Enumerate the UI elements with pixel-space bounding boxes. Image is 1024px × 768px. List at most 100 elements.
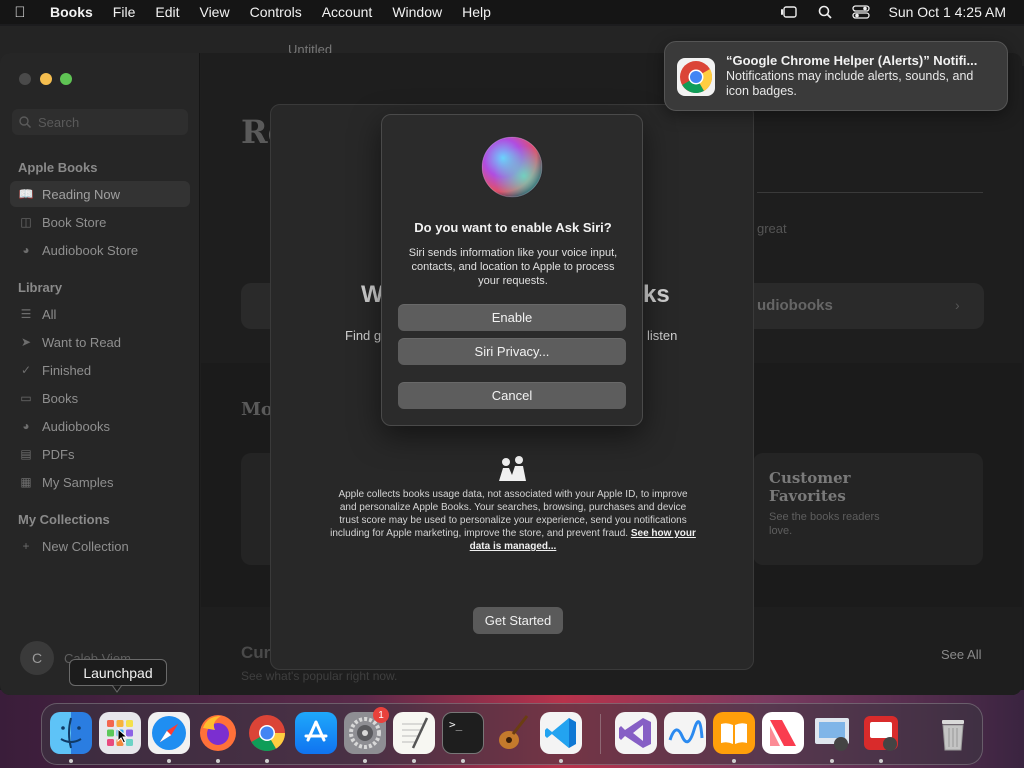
menu-help[interactable]: Help (452, 4, 501, 20)
sidebar-item-label: Books (42, 390, 79, 406)
chrome-icon (677, 58, 715, 96)
dock-tooltip: Launchpad (69, 659, 167, 686)
control-center-icon[interactable] (852, 5, 871, 19)
vscode-icon[interactable] (540, 712, 582, 754)
menu-app-name[interactable]: Books (40, 4, 103, 20)
sidebar-item-new-collection[interactable]: + New Collection (10, 533, 190, 559)
sidebar-item-label: All (42, 306, 57, 322)
menu-window[interactable]: Window (382, 4, 452, 20)
notification-banner[interactable]: “Google Chrome Helper (Alerts)” Notifi..… (664, 41, 1008, 111)
safari-icon[interactable] (148, 712, 190, 754)
menu-bar-clock[interactable]: Sun Oct 1 4:25 AM (888, 4, 1006, 20)
chrome-icon[interactable] (246, 712, 288, 754)
section-library: Library (18, 280, 63, 295)
popular-subtitle: See what's popular right now. (241, 669, 398, 683)
sidebar-item-audiobook-store[interactable]: ◕ Audiobook Store (10, 237, 190, 263)
sidebar-item-label: PDFs (42, 446, 75, 462)
arrow-circle-icon: ➤ (20, 335, 32, 349)
spotlight-search-icon[interactable] (816, 5, 834, 19)
sidebar-item-reading-now[interactable]: 📖 Reading Now (10, 181, 190, 207)
running-indicator (69, 759, 73, 763)
bag-icon: ◫ (20, 215, 32, 229)
enable-button[interactable]: Enable (398, 304, 626, 331)
menu-file[interactable]: File (103, 4, 146, 20)
books-app-icon[interactable] (713, 712, 755, 754)
settings-badge: 1 (373, 707, 389, 723)
notification-title: “Google Chrome Helper (Alerts)” Notifi..… (726, 53, 978, 68)
running-indicator (363, 759, 367, 763)
window-close-button[interactable] (19, 73, 31, 85)
siri-dialog: Do you want to enable Ask Siri? Siri sen… (381, 114, 643, 426)
menu-account[interactable]: Account (312, 4, 383, 20)
sidebar-item-audiobooks[interactable]: ◕ Audiobooks (10, 413, 190, 439)
check-circle-icon: ✓ (20, 363, 32, 377)
search-placeholder: Search (38, 114, 80, 130)
doc-icon: ▤ (20, 447, 32, 461)
welcome-title-right: ks (643, 281, 670, 308)
headphones-icon: ◕ (22, 419, 30, 433)
apple-menu-icon[interactable]:  (0, 4, 40, 21)
freeform-icon[interactable] (664, 712, 706, 754)
sidebar-item-want-to-read[interactable]: ➤ Want to Read (10, 329, 190, 355)
siri-description: Siri sends information like your voice i… (408, 247, 618, 287)
sidebar-item-pdfs[interactable]: ▤ PDFs (10, 441, 190, 467)
dock: 1 >_ (41, 703, 983, 765)
sidebar-item-my-samples[interactable]: ▦ My Samples (10, 469, 190, 495)
visual-studio-icon[interactable] (615, 712, 657, 754)
cancel-button[interactable]: Cancel (398, 382, 626, 409)
sidebar-item-all[interactable]: ☰ All (10, 301, 190, 327)
window-zoom-button[interactable] (60, 73, 72, 85)
menu-edit[interactable]: Edit (145, 4, 189, 20)
garageband-icon[interactable] (491, 712, 533, 754)
customer-favorites-subtitle: See the books readers love. (769, 511, 880, 537)
sidebar-item-label: My Samples (42, 474, 114, 490)
section-title-more: Mo (241, 399, 273, 420)
menu-view[interactable]: View (189, 4, 239, 20)
section-apple-books: Apple Books (18, 160, 98, 175)
running-indicator (879, 759, 883, 763)
privacy-handshake-icon (499, 456, 526, 481)
search-input[interactable]: Search (12, 109, 188, 135)
menu-controls[interactable]: Controls (240, 4, 312, 20)
plus-icon: + (22, 539, 30, 553)
sidebar-item-label: New Collection (42, 538, 129, 554)
book-open-icon: 📖 (18, 187, 34, 201)
see-all-link[interactable]: See All (941, 647, 981, 662)
samples-icon: ▦ (20, 475, 32, 489)
finder-icon[interactable] (50, 712, 92, 754)
trash-icon[interactable] (932, 712, 974, 754)
tooltip-tail (112, 685, 122, 693)
sidebar-item-label: Audiobook Store (42, 242, 139, 258)
running-indicator (216, 759, 220, 763)
menu-bar:  Books File Edit View Controls Account … (0, 0, 1024, 24)
divider (757, 192, 983, 193)
preview-icon[interactable] (811, 712, 853, 754)
mouse-cursor-icon (117, 728, 129, 744)
firefox-icon[interactable] (197, 712, 239, 754)
customer-favorites-title: Customer Favorites (769, 469, 851, 505)
headphones-icon: ◕ (22, 243, 30, 257)
welcome-find-text: Find g (345, 328, 382, 343)
sidebar-item-book-store[interactable]: ◫ Book Store (10, 209, 190, 235)
dock-separator (600, 714, 601, 754)
sidebar-item-books[interactable]: ▭ Books (10, 385, 190, 411)
window-minimize-button[interactable] (40, 73, 52, 85)
get-started-button[interactable]: Get Started (473, 607, 563, 634)
photo-booth-icon[interactable] (860, 712, 902, 754)
sidebar-item-label: Finished (42, 362, 92, 378)
sidebar-item-finished[interactable]: ✓ Finished (10, 357, 190, 383)
book-icon: ▭ (20, 391, 32, 405)
stage-manager-icon[interactable] (780, 5, 798, 19)
sidebar-item-label: Audiobooks (42, 418, 110, 434)
notification-body: Notifications may include alerts, sounds… (726, 69, 974, 98)
sidebar-item-label: Reading Now (42, 186, 121, 202)
great-text: great (757, 221, 787, 236)
app-store-icon[interactable] (295, 712, 337, 754)
terminal-icon[interactable]: >_ (442, 712, 484, 754)
siri-privacy-button[interactable]: Siri Privacy... (398, 338, 626, 365)
textedit-icon[interactable] (393, 712, 435, 754)
chevron-right-icon: › (955, 297, 960, 313)
running-indicator (265, 759, 269, 763)
news-icon[interactable] (762, 712, 804, 754)
welcome-listen-text: listen (647, 328, 678, 343)
